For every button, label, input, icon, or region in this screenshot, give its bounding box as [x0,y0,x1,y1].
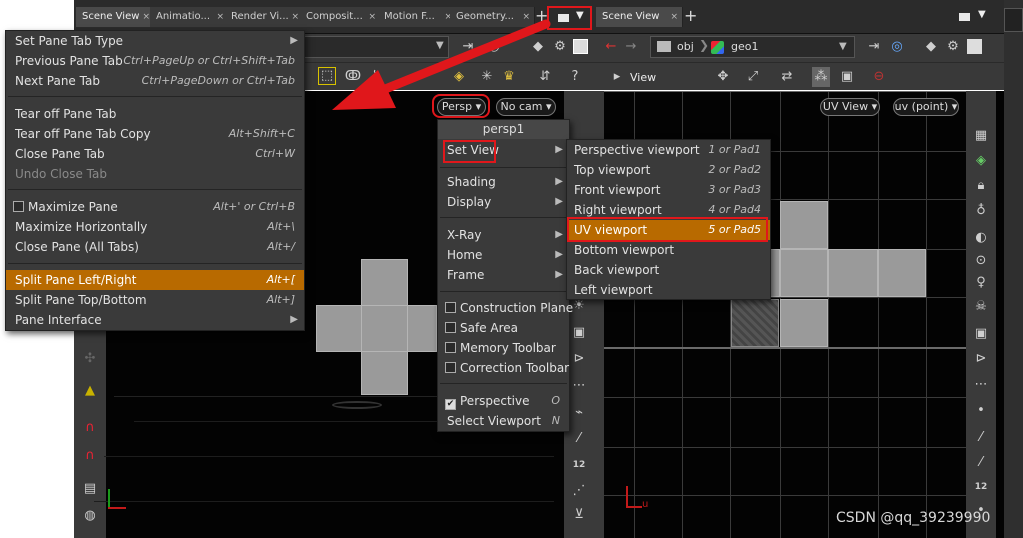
watermark: CSDN @qq_39239990 [836,510,991,526]
annotation-arrow-shaft [373,19,551,97]
annotation-arrow [332,19,551,110]
annotation-arrow-head [332,70,396,110]
